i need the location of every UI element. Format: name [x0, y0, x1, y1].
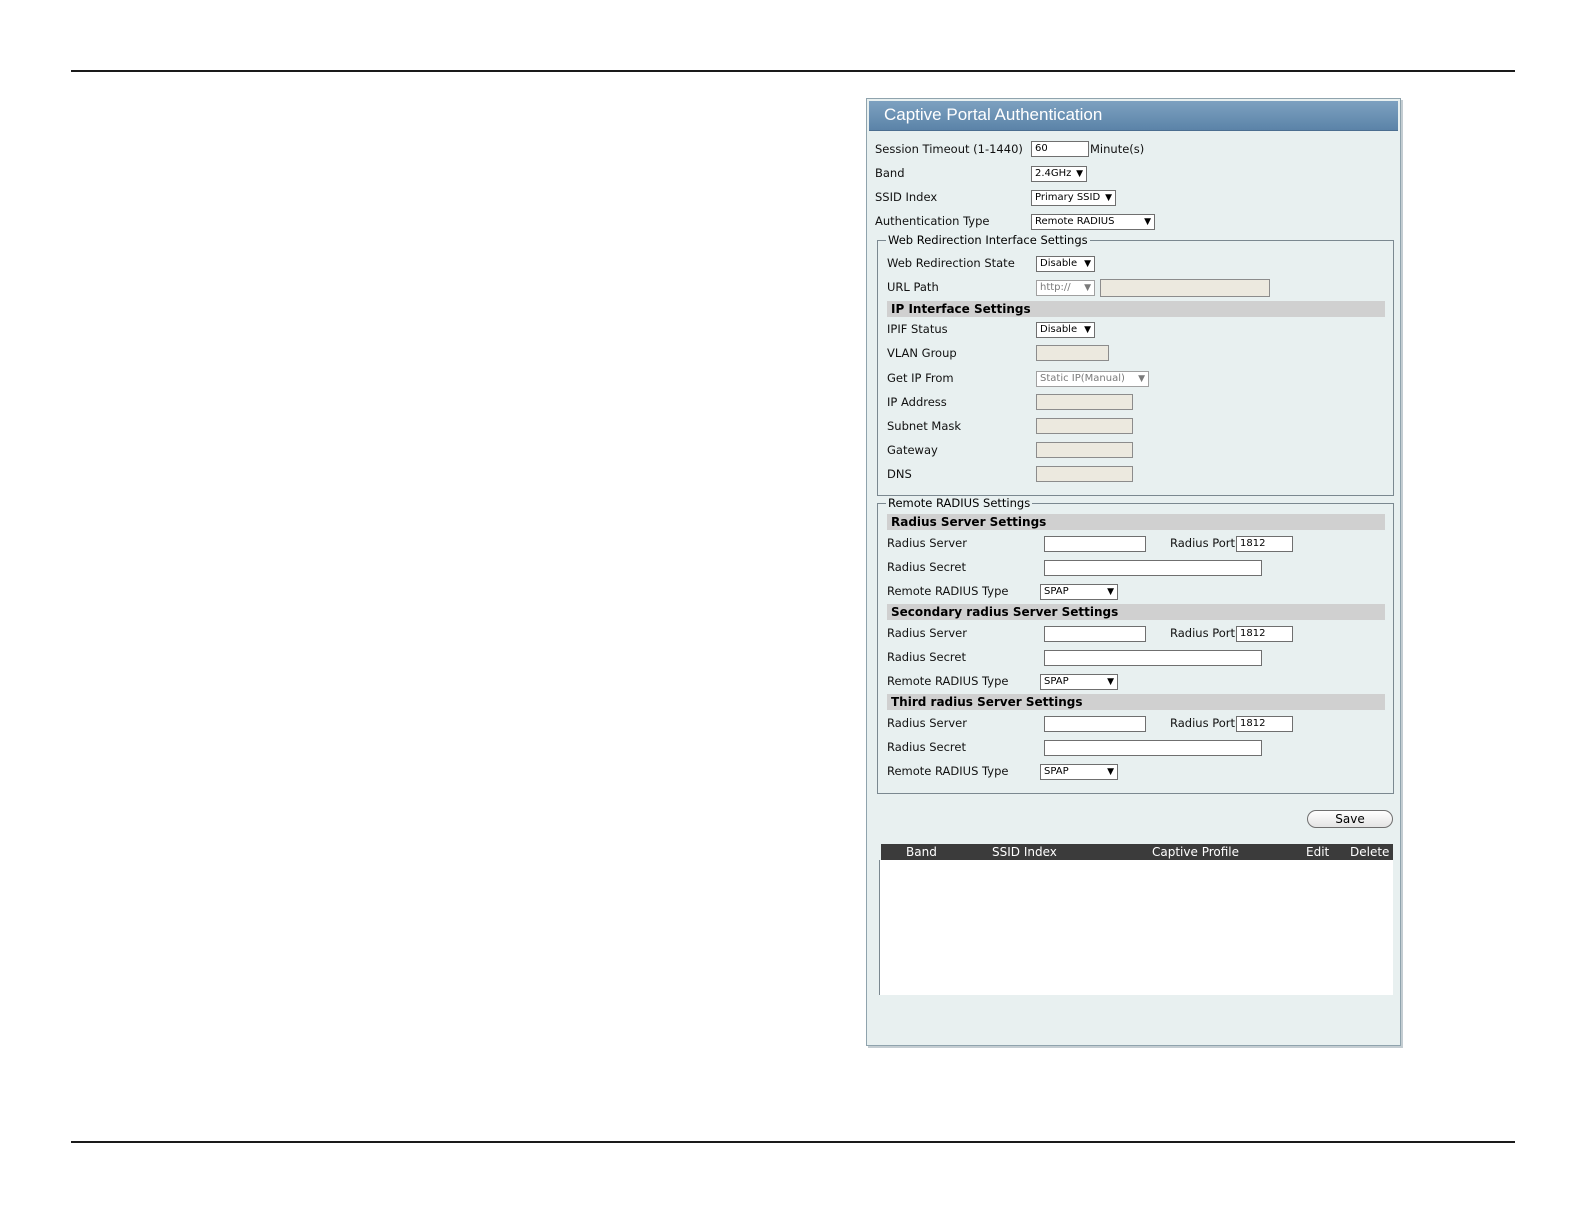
third-radius-server-input[interactable] [1044, 716, 1146, 732]
auth-type-select[interactable]: Remote RADIUS ▼ [1031, 214, 1155, 230]
vlan-group-input[interactable] [1036, 345, 1109, 361]
session-timeout-unit: Minute(s) [1090, 142, 1145, 156]
primary-radius-type-value: SPAP [1044, 586, 1069, 597]
band-select[interactable]: 2.4GHz ▼ [1031, 166, 1087, 182]
dropdown-arrow-icon: ▼ [1084, 325, 1091, 335]
remote-radius-fieldset: Remote RADIUS Settings Radius Server Set… [877, 496, 1394, 794]
dropdown-arrow-icon: ▼ [1107, 677, 1114, 687]
primary-radius-secret-label: Radius Secret [887, 560, 966, 574]
dropdown-arrow-icon: ▼ [1107, 767, 1114, 777]
dropdown-arrow-icon: ▼ [1107, 587, 1114, 597]
bottom-rule [71, 1141, 1515, 1143]
third-radius-port-input[interactable]: 1812 [1236, 716, 1293, 732]
primary-radius-secret-input[interactable] [1044, 560, 1262, 576]
third-radius-server-label: Radius Server [887, 716, 967, 730]
third-radius-type-select[interactable]: SPAP ▼ [1040, 764, 1118, 780]
primary-radius-section-title: Radius Server Settings [887, 514, 1385, 530]
table-header-edit: Edit [1306, 845, 1330, 859]
get-ip-from-select[interactable]: Static IP(Manual) ▼ [1036, 371, 1149, 387]
ipif-status-value: Disable [1040, 324, 1078, 335]
session-timeout-input[interactable]: 60 [1031, 141, 1089, 157]
ip-address-input[interactable] [1036, 394, 1133, 410]
secondary-radius-type-value: SPAP [1044, 676, 1069, 687]
secondary-radius-section-title: Secondary radius Server Settings [887, 604, 1385, 620]
primary-radius-port-label: Radius Port [1170, 536, 1236, 550]
ip-address-label: IP Address [887, 395, 947, 409]
secondary-radius-server-label: Radius Server [887, 626, 967, 640]
third-radius-port-label: Radius Port [1170, 716, 1236, 730]
dropdown-arrow-icon: ▼ [1144, 217, 1151, 227]
secondary-radius-type-select[interactable]: SPAP ▼ [1040, 674, 1118, 690]
url-scheme-value: http:// [1040, 282, 1071, 293]
table-header-delete: Delete [1350, 845, 1390, 859]
gateway-label: Gateway [887, 443, 938, 457]
web-redirection-state-label: Web Redirection State [887, 256, 1015, 270]
dns-label: DNS [887, 467, 912, 481]
url-scheme-select[interactable]: http:// ▼ [1036, 280, 1095, 296]
profile-table-body [879, 860, 1393, 995]
gateway-input[interactable] [1036, 442, 1133, 458]
dropdown-arrow-icon: ▼ [1084, 283, 1091, 293]
secondary-radius-port-input[interactable]: 1812 [1236, 626, 1293, 642]
save-button[interactable]: Save [1307, 810, 1393, 828]
panel-header: Captive Portal Authentication [869, 101, 1398, 131]
table-header-band: Band [906, 845, 937, 859]
top-rule [71, 70, 1515, 72]
web-redirection-fieldset: Web Redirection Interface Settings Web R… [877, 233, 1394, 496]
primary-radius-type-label: Remote RADIUS Type [887, 584, 1009, 598]
primary-radius-port-input[interactable]: 1812 [1236, 536, 1293, 552]
auth-type-value: Remote RADIUS [1035, 216, 1115, 227]
primary-radius-server-label: Radius Server [887, 536, 967, 550]
third-radius-secret-input[interactable] [1044, 740, 1262, 756]
captive-portal-panel: Captive Portal Authentication Session Ti… [866, 98, 1401, 1046]
subnet-mask-input[interactable] [1036, 418, 1133, 434]
third-radius-secret-label: Radius Secret [887, 740, 966, 754]
get-ip-from-value: Static IP(Manual) [1040, 373, 1125, 384]
secondary-radius-server-input[interactable] [1044, 626, 1146, 642]
dropdown-arrow-icon: ▼ [1138, 374, 1145, 384]
ipif-status-select[interactable]: Disable ▼ [1036, 322, 1095, 338]
session-timeout-label: Session Timeout (1-1440) [875, 142, 1023, 156]
table-header-captive-profile: Captive Profile [1152, 845, 1239, 859]
get-ip-from-label: Get IP From [887, 371, 954, 385]
subnet-mask-label: Subnet Mask [887, 419, 962, 433]
ssid-index-select[interactable]: Primary SSID ▼ [1031, 190, 1116, 206]
band-label: Band [875, 166, 905, 180]
ip-interface-section-title: IP Interface Settings [887, 301, 1385, 317]
dropdown-arrow-icon: ▼ [1076, 169, 1083, 179]
panel-title: Captive Portal Authentication [884, 105, 1103, 124]
ssid-index-label: SSID Index [875, 190, 938, 204]
ssid-index-value: Primary SSID [1035, 192, 1101, 203]
url-path-label: URL Path [887, 280, 939, 294]
web-redirection-legend: Web Redirection Interface Settings [886, 233, 1090, 247]
ipif-status-label: IPIF Status [887, 322, 948, 336]
table-header-ssid-index: SSID Index [992, 845, 1057, 859]
dns-input[interactable] [1036, 466, 1133, 482]
profile-table-header: Band SSID Index Captive Profile Edit Del… [881, 844, 1393, 860]
web-redirection-state-select[interactable]: Disable ▼ [1036, 256, 1095, 272]
url-path-input[interactable] [1100, 279, 1270, 297]
remote-radius-legend: Remote RADIUS Settings [886, 496, 1033, 510]
third-radius-type-value: SPAP [1044, 766, 1069, 777]
dropdown-arrow-icon: ▼ [1105, 193, 1112, 203]
web-redirection-state-value: Disable [1040, 258, 1078, 269]
vlan-group-label: VLAN Group [887, 346, 957, 360]
third-radius-type-label: Remote RADIUS Type [887, 764, 1009, 778]
dropdown-arrow-icon: ▼ [1084, 259, 1091, 269]
secondary-radius-port-label: Radius Port [1170, 626, 1236, 640]
primary-radius-type-select[interactable]: SPAP ▼ [1040, 584, 1118, 600]
secondary-radius-type-label: Remote RADIUS Type [887, 674, 1009, 688]
primary-radius-server-input[interactable] [1044, 536, 1146, 552]
secondary-radius-secret-label: Radius Secret [887, 650, 966, 664]
band-select-value: 2.4GHz [1035, 168, 1072, 179]
third-radius-section-title: Third radius Server Settings [887, 694, 1385, 710]
auth-type-label: Authentication Type [875, 214, 990, 228]
secondary-radius-secret-input[interactable] [1044, 650, 1262, 666]
